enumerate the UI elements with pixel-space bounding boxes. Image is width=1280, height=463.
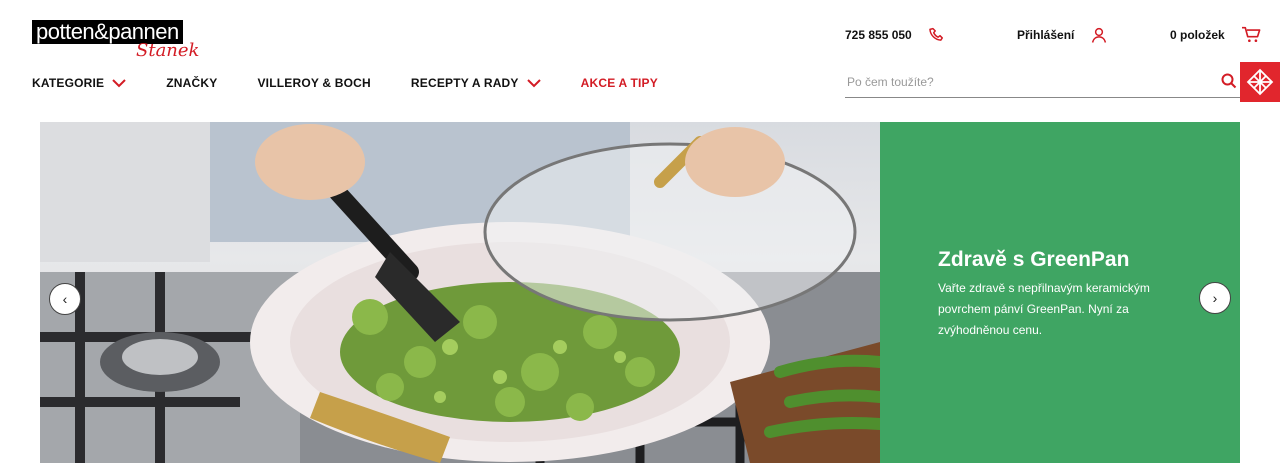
nav-item-label: ZNAČKY	[166, 76, 218, 90]
chevron-down-icon	[526, 78, 541, 87]
floating-badge[interactable]	[1240, 62, 1280, 102]
nav-item-akce-a-tipy[interactable]: AKCE A TIPY	[581, 76, 658, 90]
nav-item-recepty-a-rady[interactable]: RECEPTY A RADY	[411, 76, 541, 90]
login-label: Přihlášení	[1017, 28, 1075, 42]
nav-item-label: RECEPTY A RADY	[410, 76, 519, 90]
hero-title: Zdravě s GreenPan	[938, 248, 1130, 271]
site-logo[interactable]: potten&pannen Stanek	[32, 20, 212, 64]
carousel-next-button[interactable]: ›	[1199, 282, 1231, 314]
hero-banner[interactable]: Zdravě s GreenPan Vařte zdravě s nepřiln…	[40, 122, 1240, 463]
search-bar	[845, 66, 1245, 98]
user-icon	[1092, 27, 1107, 43]
phone-number: 725 855 050	[845, 28, 912, 42]
hero-illustration	[40, 122, 880, 463]
phone-icon	[928, 27, 943, 41]
nav-item-label: KATEGORIE	[32, 76, 105, 90]
chevron-down-icon	[112, 78, 126, 87]
nav-item-znacky[interactable]: ZNAČKY	[166, 76, 217, 90]
logo-script: Stanek	[136, 40, 200, 61]
hero-image	[40, 122, 880, 463]
cart-icon	[1241, 26, 1261, 43]
nav-item-kategorie[interactable]: KATEGORIE	[32, 76, 126, 90]
nav-item-villeroy-boch[interactable]: VILLEROY & BOCH	[257, 76, 370, 90]
hero-promo-panel: Zdravě s GreenPan Vařte zdravě s nepřiln…	[880, 122, 1240, 463]
chevron-left-icon: ‹	[62, 291, 68, 307]
phone-link[interactable]: 725 855 050	[845, 26, 946, 44]
nav-item-label: VILLEROY & BOCH	[257, 76, 371, 90]
nav-item-label: AKCE A TIPY	[580, 76, 658, 90]
carousel-prev-button[interactable]: ‹	[49, 283, 81, 315]
main-nav: KATEGORIE ZNAČKY VILLEROY & BOCH RECEPTY…	[32, 76, 698, 90]
cart-label: 0 položek	[1170, 28, 1225, 42]
login-link[interactable]: Přihlášení	[1017, 26, 1108, 44]
hero-text: Vařte zdravě s nepřilnavým keramickým po…	[938, 281, 1150, 337]
chevron-right-icon: ›	[1212, 290, 1218, 306]
cart-link[interactable]: 0 položek	[1170, 26, 1261, 44]
search-icon[interactable]	[1221, 73, 1237, 89]
search-input[interactable]	[845, 74, 1215, 89]
diamond-pattern-icon	[1246, 68, 1274, 96]
